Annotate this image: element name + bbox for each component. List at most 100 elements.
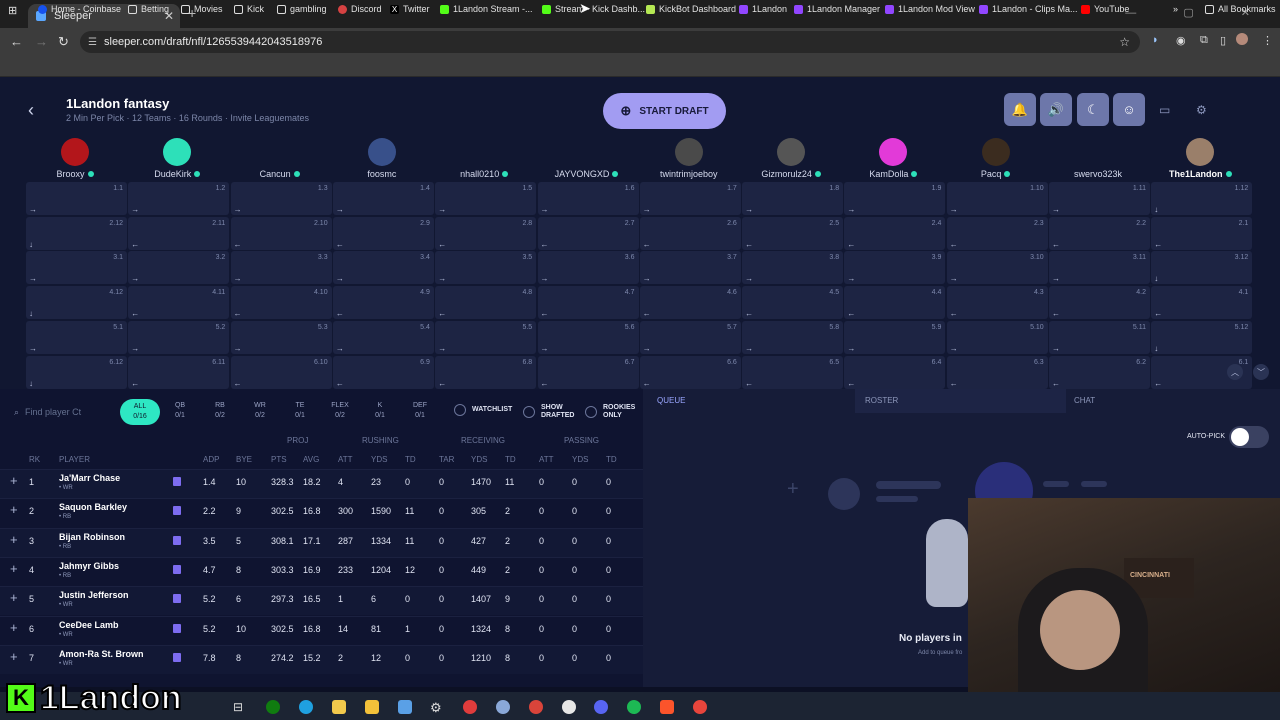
pick-cell[interactable]: 2.8 ←	[435, 216, 537, 250]
pick-cell[interactable]: 3.4 →	[332, 251, 434, 285]
player-news-icon[interactable]	[173, 535, 181, 545]
calculator-icon[interactable]	[398, 700, 412, 714]
pick-cell[interactable]: 1.3 →	[230, 182, 332, 215]
pick-cell[interactable]: 5.10 →	[946, 320, 1048, 354]
pick-cell[interactable]: 2.12 ↓	[26, 216, 127, 250]
apps-grid-icon[interactable]: ⊞	[8, 4, 17, 17]
bookmark-item[interactable]: 1Landon Manager	[794, 4, 880, 14]
pick-cell[interactable]: 1.8 →	[742, 182, 844, 215]
pick-cell[interactable]: 5.8 →	[742, 320, 844, 354]
add-to-queue-icon[interactable]: +	[10, 590, 18, 605]
pick-cell[interactable]: 6.11 ←	[128, 355, 230, 389]
collapse-up-icon[interactable]: ︿	[1227, 364, 1243, 380]
bookmark-item[interactable]: 1Landon - Clips Ma...	[979, 4, 1078, 14]
filter-rb[interactable]: RB 0/2	[200, 401, 240, 421]
bookmark-item[interactable]: Home - Coinbase	[38, 4, 121, 14]
player-news-icon[interactable]	[173, 477, 181, 486]
player-news-icon[interactable]	[173, 594, 181, 604]
player-row[interactable]: +7 Amon-Ra St. Brown • WR 7.8 8 274.2 15.2 2 12 0…	[0, 644, 643, 674]
bookmark-item[interactable]: 1Landon	[739, 4, 787, 14]
pick-cell[interactable]: 4.10 ←	[230, 286, 332, 320]
pick-cell[interactable]: 6.6 ←	[639, 355, 741, 389]
player-name[interactable]: Ja'Marr Chase	[59, 473, 120, 483]
pick-cell[interactable]: 5.7 →	[639, 320, 741, 354]
filter-def[interactable]: DEF 0/1	[400, 401, 440, 421]
back-chevron-icon[interactable]: ‹	[28, 100, 34, 121]
pick-cell[interactable]: 2.6 ←	[639, 216, 741, 250]
site-info-icon[interactable]: ☰	[88, 37, 97, 48]
rookies-only-toggle[interactable]: ROOKIES ONLY	[585, 404, 645, 420]
bookmark-folder[interactable]: Kick	[234, 4, 264, 14]
discord-icon[interactable]	[594, 700, 608, 714]
player-row[interactable]: +3 Bijan Robinson • RB 3.5 5 308.1 17.1 287 1334…	[0, 527, 643, 557]
sidebar-icon[interactable]: ▯	[1220, 34, 1226, 47]
pick-cell[interactable]: 5.9 →	[844, 320, 946, 354]
start-draft-button[interactable]: ⊕ START DRAFT	[603, 93, 726, 129]
filter-flex[interactable]: FLEX 0/2	[320, 401, 360, 421]
player-news-icon[interactable]	[173, 652, 181, 662]
filter-te[interactable]: TE 0/1	[280, 401, 320, 421]
pick-cell[interactable]: 1.9 →	[844, 182, 946, 215]
player-news-icon[interactable]	[173, 564, 181, 574]
team-slot[interactable]: Cancun	[230, 138, 330, 179]
spotify-icon[interactable]	[627, 700, 641, 714]
player-row[interactable]: +1 Ja'Marr Chase • WR 1.4 10 328.3 18.2 4 23 0 0 14…	[0, 469, 643, 498]
pick-cell[interactable]: 4.12 ↓	[26, 286, 127, 320]
pick-cell[interactable]: 4.1 ←	[1151, 286, 1253, 320]
pick-cell[interactable]: 3.11 →	[1049, 251, 1150, 285]
player-row[interactable]: +2 Saquon Barkley • RB 2.2 9 302.5 16.8 300 1590…	[0, 498, 643, 527]
pick-cell[interactable]: 6.2 ←	[1049, 355, 1150, 389]
pick-cell[interactable]: 3.12 ↓	[1151, 251, 1253, 285]
pick-cell[interactable]: 1.6 →	[537, 182, 639, 215]
pick-cell[interactable]: 3.6 →	[537, 251, 639, 285]
pick-cell[interactable]: 3.3 →	[230, 251, 332, 285]
pick-cell[interactable]: 4.7 ←	[537, 286, 639, 320]
bookmark-folder[interactable]: Betting	[128, 4, 169, 14]
pick-cell[interactable]: 5.4 →	[332, 320, 434, 354]
pick-cell[interactable]: 3.5 →	[435, 251, 537, 285]
pick-cell[interactable]: 2.2 ←	[1049, 216, 1150, 250]
bookmark-star-icon[interactable]: ☆	[1119, 35, 1130, 49]
all-bookmarks-folder[interactable]: All Bookmarks	[1205, 4, 1276, 14]
pick-cell[interactable]: 6.9 ←	[332, 355, 434, 389]
pick-cell[interactable]: 2.5 ←	[742, 216, 844, 250]
pick-cell[interactable]: 1.4 →	[332, 182, 434, 215]
app-icon[interactable]	[463, 700, 477, 714]
team-slot[interactable]: Gizmorulz24	[741, 138, 841, 179]
extension-icon[interactable]: ◗	[1152, 34, 1159, 46]
player-news-icon[interactable]	[173, 506, 181, 516]
pick-cell[interactable]: 3.8 →	[742, 251, 844, 285]
pick-cell[interactable]: 2.10 ←	[230, 216, 332, 250]
forward-icon[interactable]: →	[35, 34, 48, 49]
pick-cell[interactable]: 3.1 →	[26, 251, 127, 285]
pick-cell[interactable]: 1.7 →	[639, 182, 741, 215]
pick-cell[interactable]: 6.12 ↓	[26, 355, 127, 389]
team-slot[interactable]: JAYVONGXD	[537, 138, 637, 179]
pick-cell[interactable]: 3.9 →	[844, 251, 946, 285]
pick-cell[interactable]: 5.2 →	[128, 320, 230, 354]
tab-queue[interactable]: QUEUE	[657, 396, 685, 405]
team-slot[interactable]: DudeKirk	[127, 138, 227, 179]
app-icon[interactable]	[529, 700, 543, 714]
pick-cell[interactable]: 6.7 ←	[537, 355, 639, 389]
auto-pick-toggle[interactable]	[1229, 426, 1269, 448]
player-name[interactable]: CeeDee Lamb	[59, 620, 119, 630]
bookmark-folder[interactable]: gambling	[277, 4, 327, 14]
pick-cell[interactable]: 5.11 →	[1049, 320, 1150, 354]
pick-cell[interactable]: 5.1 →	[26, 320, 127, 354]
pick-cell[interactable]: 1.2 →	[128, 182, 230, 215]
player-name[interactable]: Saquon Barkley	[59, 502, 127, 512]
team-slot[interactable]: The1Landon	[1150, 138, 1250, 179]
filter-all[interactable]: ALL 0/16	[120, 399, 160, 425]
player-row[interactable]: +5 Justin Jefferson • WR 5.2 6 297.3 16.5 1 6 0 0 1…	[0, 586, 643, 616]
pick-cell[interactable]: 3.2 →	[128, 251, 230, 285]
bookmark-folder[interactable]: Movies	[181, 4, 223, 14]
team-slot[interactable]: Pacq	[946, 138, 1046, 179]
filter-k[interactable]: K 0/1	[360, 401, 400, 421]
player-name[interactable]: Jahmyr Gibbs	[59, 561, 119, 571]
dark-mode-moon-icon[interactable]: ☾	[1077, 93, 1109, 126]
pick-cell[interactable]: 3.7 →	[639, 251, 741, 285]
pick-cell[interactable]: 4.11 ←	[128, 286, 230, 320]
pick-cell[interactable]: 4.6 ←	[639, 286, 741, 320]
tab-roster[interactable]: ROSTER	[865, 396, 898, 405]
